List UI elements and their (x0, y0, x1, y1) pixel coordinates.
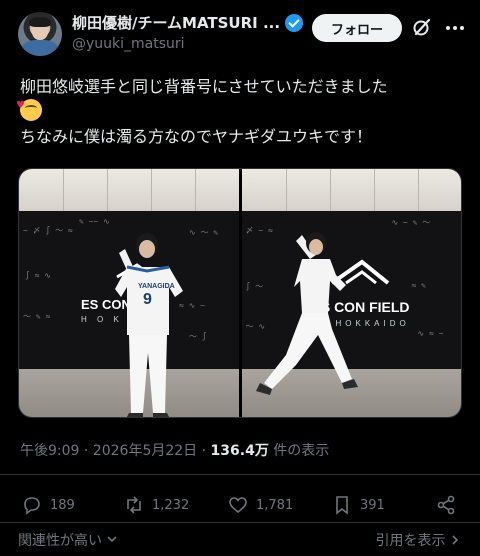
tweet-emoji-line (16, 93, 470, 124)
player-figure (115, 233, 183, 417)
meta-separator: · (201, 443, 207, 459)
view-count-suffix: 件の表示 (273, 443, 330, 459)
jersey-number: 9 (143, 291, 152, 308)
divider (0, 522, 480, 523)
meta-separator: · (83, 443, 89, 459)
smiling-face-with-hearts-icon (16, 93, 42, 121)
user-handle[interactable]: @yuuki_matsuri (72, 36, 185, 52)
tweet-text-line: 柳田悠岐選手と同じ背番号にさせていただきました (20, 77, 388, 96)
avatar[interactable] (18, 12, 62, 56)
view-count: 136.4万 (210, 443, 269, 459)
divider (0, 474, 480, 475)
reply-icon (24, 497, 40, 515)
player-figure (255, 232, 358, 395)
sort-label: 関連性が高い (18, 533, 102, 549)
reply-count: 189 (50, 497, 75, 513)
verified-icon (285, 13, 304, 32)
tweet-meta: 午後9:09 · 2026年5月22日 · 136.4万 件の表示 (20, 440, 329, 460)
repost-count: 1,232 (152, 497, 190, 513)
tweet-date[interactable]: 2026年5月22日 (93, 443, 197, 459)
like-button[interactable]: 1,781 (228, 490, 293, 520)
like-count: 1,781 (256, 497, 294, 513)
like-icon (229, 497, 247, 514)
display-name[interactable]: 柳田優樹/チームMATSURI ... (72, 12, 280, 33)
chevron-right-icon (452, 535, 459, 545)
action-bar: 189 1,232 1,781 391 (0, 490, 480, 520)
grok-icon[interactable] (412, 17, 432, 37)
more-icon[interactable] (446, 26, 464, 30)
follow-button[interactable]: フォロー (312, 14, 402, 42)
share-icon (437, 495, 455, 515)
name-row: 柳田優樹/チームMATSURI ... (72, 12, 304, 33)
view-quotes-link[interactable]: 引用を表示 (376, 530, 460, 550)
tweet-media: ~ 〆 ∫ 〜 ≈ ✎ ~~ ∿ ∿ 〜 ✎ ∫ ≈ ∿ 〜 ✎ ≈ ≈ ∿ ~… (18, 168, 462, 418)
repost-button[interactable]: 1,232 (124, 490, 189, 520)
share-button[interactable] (436, 490, 456, 520)
bookmark-icon (336, 496, 348, 515)
replies-footer: 関連性が高い 引用を表示 (0, 528, 480, 552)
tweet-text: 柳田悠岐選手と同じ背番号にさせていただきました ちなみに僕は濁る方なのでヤナギダ… (16, 74, 470, 149)
tweet-header: 柳田優樹/チームMATSURI ... @yuuki_matsuri フォロー (0, 0, 480, 66)
chevron-down-icon (107, 536, 118, 543)
tweet-time[interactable]: 午後9:09 (20, 443, 79, 459)
quotes-label: 引用を表示 (375, 533, 446, 549)
sort-dropdown[interactable]: 関連性が高い (18, 530, 118, 550)
bookmark-button[interactable]: 391 (332, 490, 385, 520)
bookmark-count: 391 (360, 497, 385, 513)
tweet-text-line: ちなみに僕は濁る方なのでヤナギダユウキです！ (20, 127, 373, 146)
photo-1[interactable]: ~ 〆 ∫ 〜 ≈ ✎ ~~ ∿ ∿ 〜 ✎ ∫ ≈ ∿ 〜 ✎ ≈ ≈ ∿ ~… (19, 169, 239, 417)
photo-2[interactable]: 〆 ~ ≈ ∿ ~ ✎ 〜 ∫ 〜 ≈ ✎ 〜 ∿ ∿ ≈ ~ ES CON F… (241, 169, 461, 417)
reply-button[interactable]: 189 (22, 490, 75, 520)
jersey-name: YANAGIDA (138, 283, 175, 290)
repost-icon (127, 496, 141, 514)
